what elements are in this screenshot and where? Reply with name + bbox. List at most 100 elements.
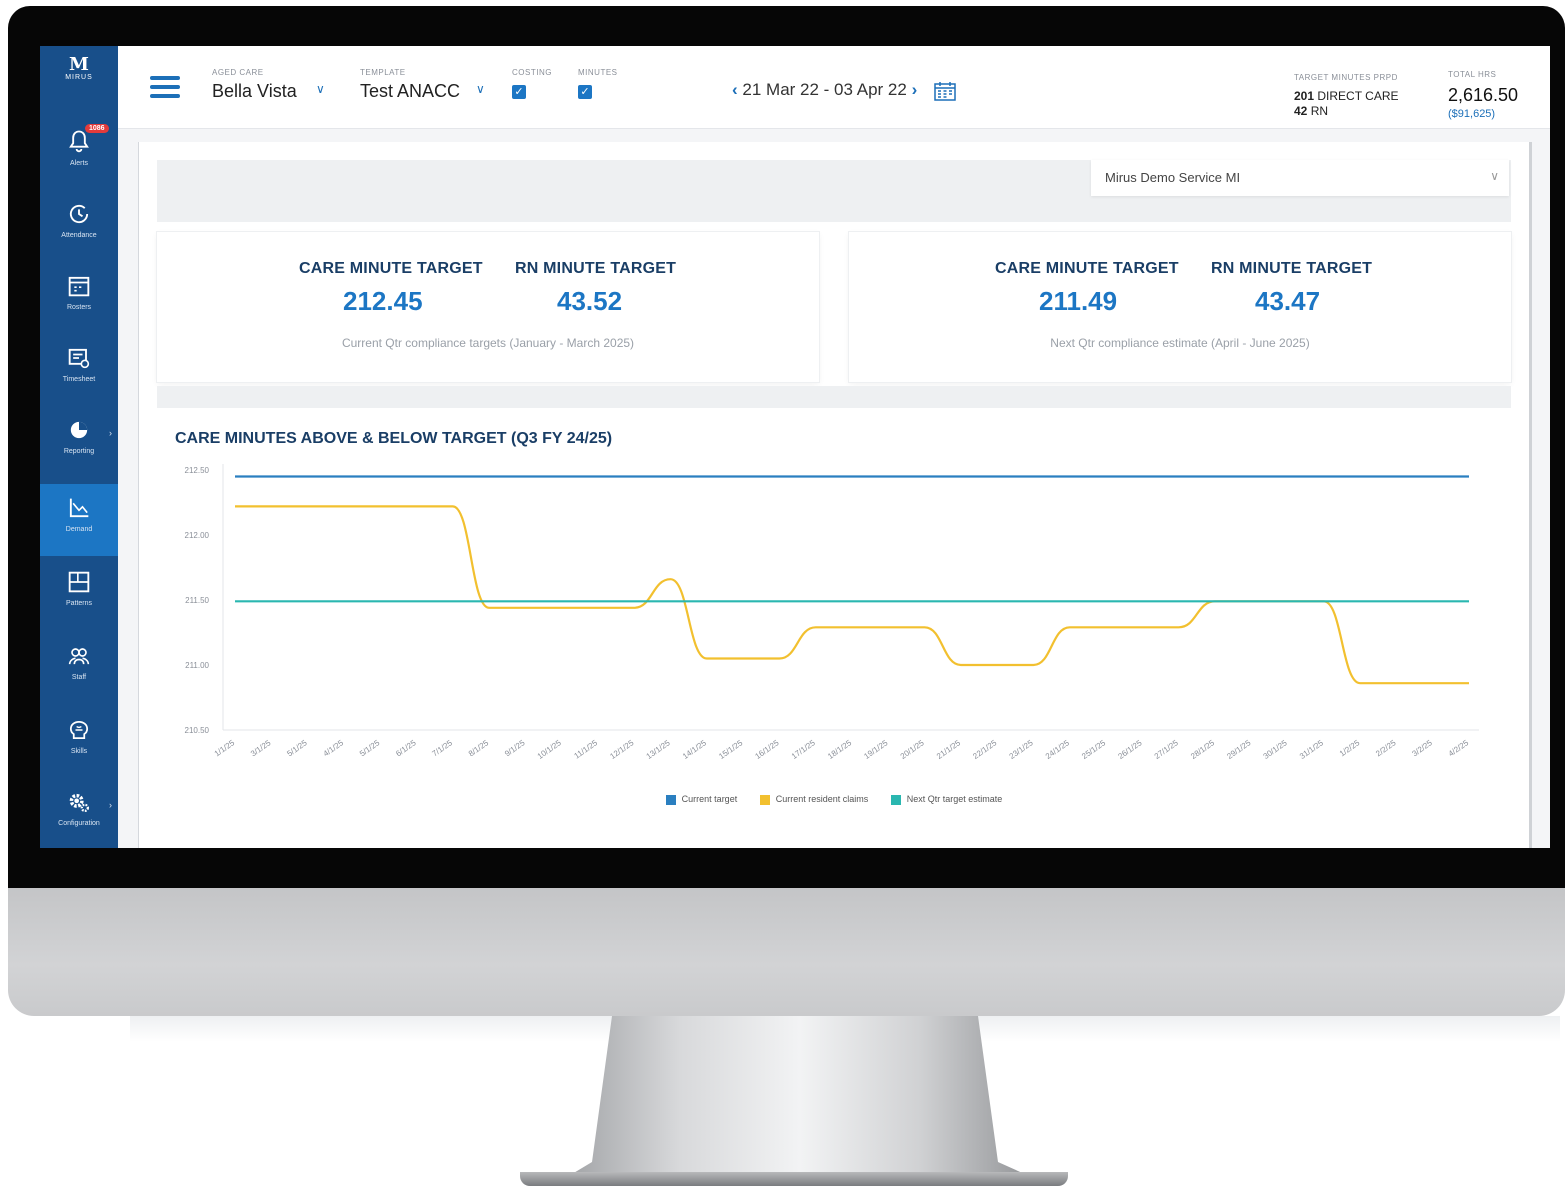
x-tick-label: 3/2/25: [1410, 738, 1434, 758]
rn-minute-target-heading: RN MINUTE TARGET: [1211, 260, 1373, 277]
y-tick-label: 211.00: [185, 661, 209, 670]
chevron-down-icon: ∨: [316, 82, 325, 96]
sidebar-item-configuration[interactable]: › Configuration: [40, 778, 118, 848]
staff-icon: [68, 648, 90, 665]
section-divider: [157, 386, 1511, 408]
costing-checkbox[interactable]: ✓: [512, 85, 526, 99]
legend-label: Current resident claims: [775, 794, 869, 804]
x-tick-label: 24/1/25: [1044, 738, 1071, 761]
top-header: AGED CARE Bella Vista ∨ TEMPLATE Test AN…: [118, 46, 1550, 129]
target-minutes-summary: TARGET MINUTES PRPD 201 DIRECT CARE 42 R…: [1294, 70, 1399, 119]
next-quarter-card: CARE MINUTE TARGET 211.49 RN MINUTE TARG…: [849, 232, 1511, 382]
rn-minute-target-value: 43.52: [557, 286, 623, 316]
total-hours-value: 2,616.50: [1448, 85, 1519, 105]
y-tick-label: 210.50: [185, 726, 210, 735]
chart-legend: Current target Current resident claims N…: [139, 794, 1529, 805]
rn-minute-target-value: 43.47: [1255, 286, 1321, 316]
sidebar-item-alerts[interactable]: 1086 Alerts: [40, 118, 118, 190]
aged-care-selector[interactable]: AGED CARE Bella Vista ∨: [212, 68, 325, 102]
x-tick-label: 3/1/25: [249, 738, 273, 758]
current-quarter-card: CARE MINUTE TARGET 212.45 RN MINUTE TARG…: [157, 232, 819, 382]
card-note: Next Qtr compliance estimate (April - Ju…: [1050, 336, 1310, 350]
sidebar-item-label: Patterns: [65, 600, 93, 607]
service-select[interactable]: Mirus Demo Service MI ∨: [1091, 160, 1509, 196]
x-tick-label: 21/1/25: [935, 738, 962, 761]
gear-icon: [69, 793, 90, 813]
sidebar-item-label: Attendance: [61, 232, 97, 239]
x-tick-label: 10/1/25: [536, 738, 563, 761]
timesheet-icon: [68, 348, 90, 369]
calendar-icon[interactable]: [934, 81, 956, 101]
logo-mark: M: [69, 54, 89, 75]
total-cost-value: ($91,625): [1448, 108, 1496, 120]
date-range-label: 21 Mar 22 - 03 Apr 22: [742, 80, 907, 99]
x-tick-label: 2/2/25: [1374, 738, 1398, 758]
brain-icon: [69, 720, 89, 740]
minutes-caption: MINUTES: [578, 68, 618, 77]
service-select-value: Mirus Demo Service MI: [1105, 170, 1241, 185]
care-minute-target-value: 212.45: [343, 286, 423, 316]
monitor-chin: [8, 888, 1565, 1016]
x-tick-label: 4/1/25: [322, 738, 346, 758]
care-minute-target-heading: CARE MINUTE TARGET: [995, 260, 1179, 277]
sidebar-item-label: Demand: [65, 526, 93, 533]
legend-item-resident-claims[interactable]: Current resident claims: [759, 794, 869, 805]
line-chart-icon: [69, 498, 89, 518]
sidebar-item-label: Staff: [71, 674, 87, 681]
minutes-checkbox[interactable]: ✓: [578, 85, 592, 99]
sidebar-item-patterns[interactable]: Patterns: [40, 558, 118, 630]
monitor-stand-base: [520, 1172, 1068, 1186]
chevron-down-icon: ∨: [1490, 169, 1499, 183]
sidebar-item-demand[interactable]: Demand: [40, 484, 118, 556]
x-tick-label: 7/1/25: [431, 738, 455, 758]
aged-care-caption: AGED CARE: [212, 68, 264, 77]
sidebar-item-timesheet[interactable]: Timesheet: [40, 334, 118, 406]
x-tick-label: 30/1/25: [1262, 738, 1289, 761]
target-rn-value: 42: [1294, 104, 1308, 118]
x-tick-label: 4/2/25: [1447, 738, 1471, 758]
main-content: Mirus Demo Service MI ∨ CARE MINUTE TARG…: [138, 142, 1532, 848]
template-value: Test ANACC: [360, 81, 461, 101]
template-selector[interactable]: TEMPLATE Test ANACC ∨: [360, 68, 485, 102]
legend-swatch: [759, 794, 770, 805]
alerts-badge: 1086: [85, 124, 109, 133]
sidebar-item-rosters[interactable]: Rosters: [40, 262, 118, 334]
sidebar-item-skills[interactable]: Skills: [40, 706, 118, 778]
chevron-right-icon: ›: [109, 428, 112, 438]
sidebar-item-label: Alerts: [70, 160, 88, 167]
x-tick-label: 25/1/25: [1080, 738, 1107, 761]
rn-minute-target-heading: RN MINUTE TARGET: [515, 260, 677, 277]
y-tick-label: 212.50: [185, 466, 210, 475]
layout-icon: [68, 571, 90, 593]
x-tick-label: 5/1/25: [285, 738, 309, 758]
app-logo[interactable]: M MIRUS: [40, 54, 118, 82]
legend-item-current-target[interactable]: Current target: [665, 794, 738, 805]
sidebar-item-reporting[interactable]: › Reporting: [40, 406, 118, 478]
costing-caption: COSTING: [512, 68, 552, 77]
prev-period-button[interactable]: ‹: [732, 80, 738, 99]
x-tick-label: 22/1/25: [971, 738, 998, 761]
menu-icon[interactable]: [150, 76, 180, 100]
template-caption: TEMPLATE: [360, 68, 406, 77]
sidebar-item-attendance[interactable]: Attendance: [40, 190, 118, 262]
aged-care-value: Bella Vista: [212, 81, 297, 101]
x-tick-label: 31/1/25: [1298, 738, 1325, 761]
legend-item-next-qtr-estimate[interactable]: Next Qtr target estimate: [890, 794, 1002, 805]
x-tick-label: 14/1/25: [681, 738, 708, 761]
logo-wordmark: MIRUS: [65, 74, 93, 81]
next-period-button[interactable]: ›: [912, 80, 918, 99]
x-tick-label: 6/1/25: [394, 738, 418, 758]
costing-toggle: COSTING ✓: [512, 68, 552, 100]
filter-bar: Mirus Demo Service MI ∨: [157, 160, 1511, 222]
x-tick-label: 23/1/25: [1008, 738, 1035, 761]
legend-swatch: [890, 794, 901, 805]
total-hours-caption: TOTAL HRS: [1448, 70, 1497, 79]
legend-label: Current target: [681, 794, 738, 804]
x-tick-label: 16/1/25: [754, 738, 781, 761]
x-tick-label: 29/1/25: [1225, 738, 1252, 761]
x-tick-label: 5/1/25: [358, 738, 382, 758]
chevron-right-icon: ›: [109, 800, 112, 810]
sidebar-item-staff[interactable]: Staff: [40, 632, 118, 704]
series-line-1: [235, 505, 1469, 685]
x-tick-label: 18/1/25: [826, 738, 853, 761]
